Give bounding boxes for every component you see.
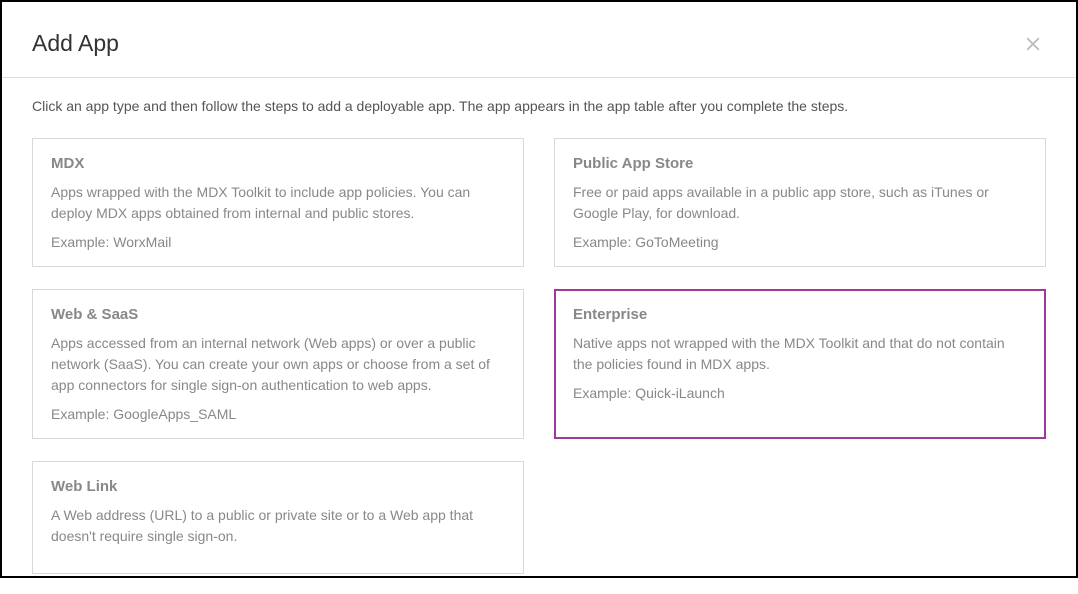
card-title: Web & SaaS [51, 306, 505, 323]
app-type-public-app-store[interactable]: Public App Store Free or paid apps avail… [554, 138, 1046, 267]
app-type-web-link[interactable]: Web Link A Web address (URL) to a public… [32, 461, 524, 574]
app-type-web-saas[interactable]: Web & SaaS Apps accessed from an interna… [32, 289, 524, 439]
intro-text: Click an app type and then follow the st… [32, 98, 1046, 114]
card-description: Free or paid apps available in a public … [573, 182, 1027, 224]
close-button[interactable] [1020, 31, 1046, 57]
card-example: Example: WorxMail [51, 234, 505, 250]
app-type-grid: MDX Apps wrapped with the MDX Toolkit to… [32, 138, 1046, 574]
card-description: Native apps not wrapped with the MDX Too… [573, 333, 1027, 375]
card-description: Apps wrapped with the MDX Toolkit to inc… [51, 182, 505, 224]
card-example: Example: Quick-iLaunch [573, 385, 1027, 401]
card-example: Example: GoogleApps_SAML [51, 406, 505, 422]
modal-body: Click an app type and then follow the st… [2, 78, 1076, 594]
modal-header: Add App [2, 2, 1076, 78]
card-title: Web Link [51, 478, 505, 495]
app-type-enterprise[interactable]: Enterprise Native apps not wrapped with … [554, 289, 1046, 439]
close-icon [1024, 35, 1042, 53]
modal-title: Add App [32, 30, 119, 57]
card-example: Example: GoToMeeting [573, 234, 1027, 250]
card-title: MDX [51, 155, 505, 172]
app-type-mdx[interactable]: MDX Apps wrapped with the MDX Toolkit to… [32, 138, 524, 267]
card-title: Public App Store [573, 155, 1027, 172]
card-description: A Web address (URL) to a public or priva… [51, 505, 505, 547]
card-description: Apps accessed from an internal network (… [51, 333, 505, 396]
card-title: Enterprise [573, 306, 1027, 323]
